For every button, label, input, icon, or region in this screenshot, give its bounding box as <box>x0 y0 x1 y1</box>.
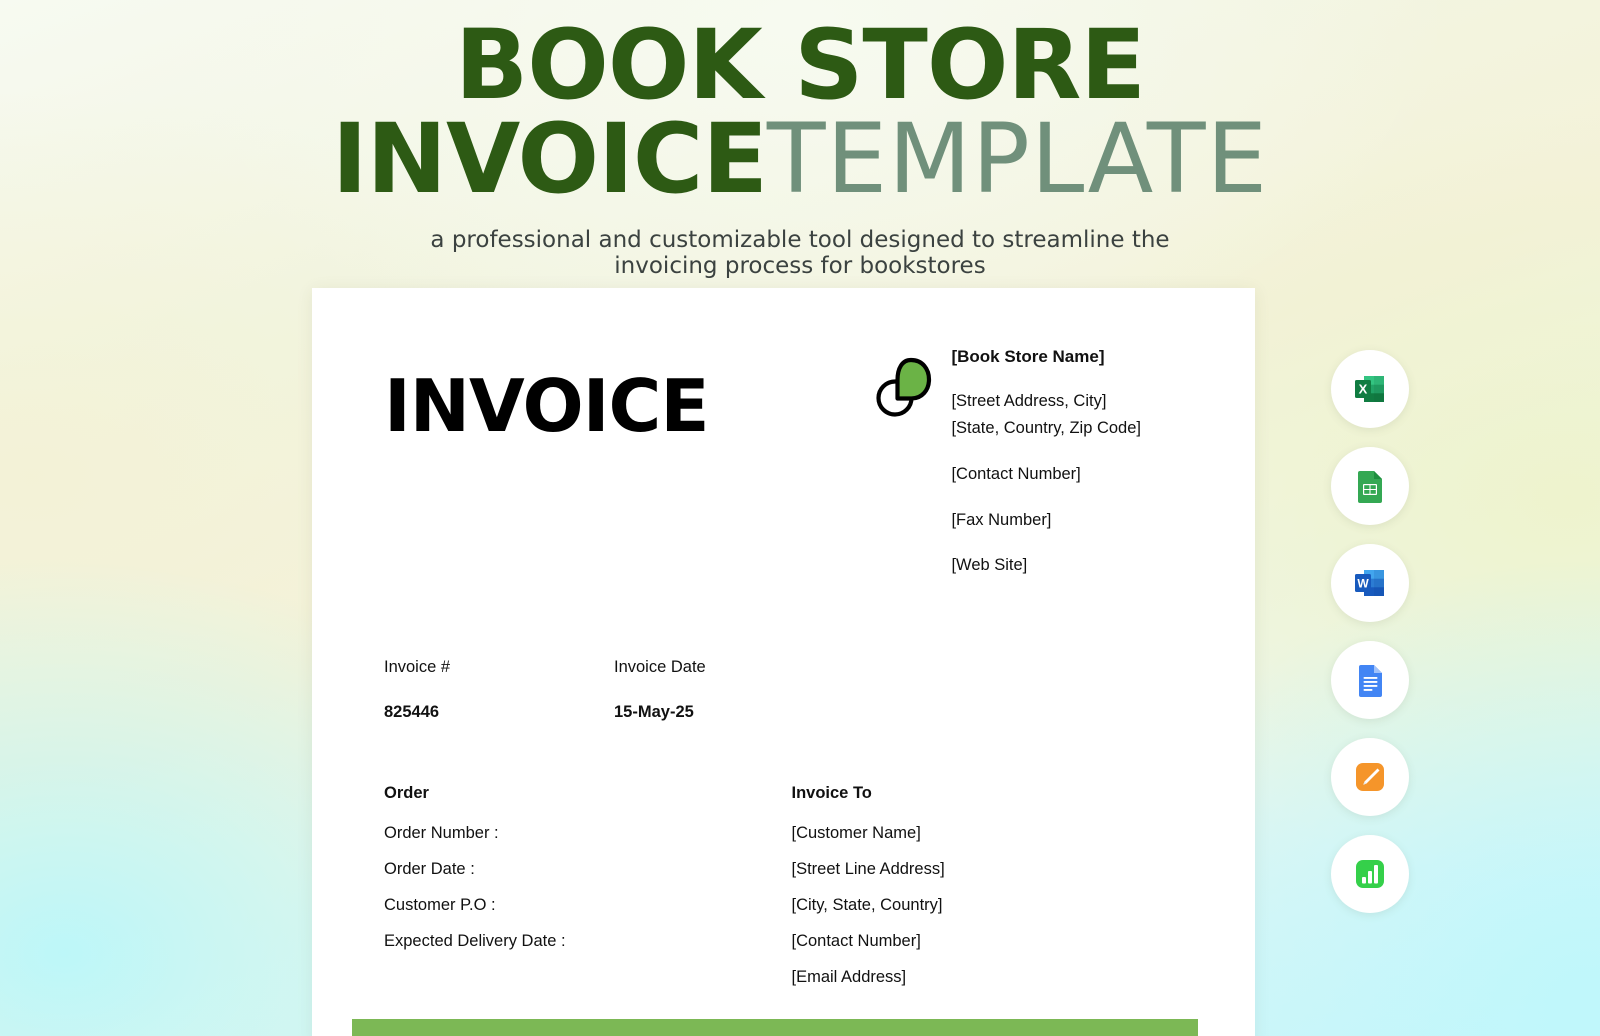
page-title-invoice-word: INVOICE <box>331 103 768 216</box>
microsoft-word-icon[interactable]: W <box>1331 544 1409 622</box>
company-name: [Book Store Name] <box>951 347 1105 366</box>
bookstore-logo-icon <box>873 356 933 418</box>
page-subtitle: a professional and customizable tool des… <box>0 227 1600 280</box>
company-details: [Book Store Name] [Street Address, City]… <box>951 348 1141 574</box>
invoice-number-block: Invoice # 825446 <box>384 658 614 722</box>
company-address-line-2: [State, Country, Zip Code] <box>951 418 1141 437</box>
order-block: Order Order Number : Order Date : Custom… <box>384 784 792 987</box>
customer-name: [Customer Name] <box>791 823 921 842</box>
microsoft-excel-icon[interactable]: X <box>1331 350 1409 428</box>
invoice-number-value: 825446 <box>384 702 440 721</box>
order-number-label: Order Number : <box>384 823 499 842</box>
customer-contact-number: [Contact Number] <box>791 931 921 950</box>
page-subtitle-line-2: invoicing process for bookstores <box>614 252 986 279</box>
table-header-row: Product Description Qty Unit Price Total… <box>352 1018 1198 1036</box>
invoice-heading: INVOICE <box>384 364 710 448</box>
customer-email-address: [Email Address] <box>791 967 907 986</box>
expected-delivery-date-label: Expected Delivery Date : <box>384 931 566 950</box>
invoice-top-section: INVOICE [Book Store Name] [Street Addres… <box>348 334 1199 574</box>
order-date-label: Order Date : <box>384 859 475 878</box>
invoice-parties-row: Order Order Number : Order Date : Custom… <box>384 784 1199 987</box>
page-header: BOOK STORE INVOICETEMPLATE a professiona… <box>0 0 1600 280</box>
invoice-document-card: INVOICE [Book Store Name] [Street Addres… <box>312 288 1255 1036</box>
page-subtitle-line-1: a professional and customizable tool des… <box>430 227 1170 254</box>
column-header-product-description: Product Description <box>352 1018 704 1036</box>
invoice-meta-row: Invoice # 825446 Invoice Date 15-May-25 <box>384 658 1199 722</box>
customer-city-state-country: [City, State, Country] <box>791 895 943 914</box>
invoice-to-heading: Invoice To <box>791 783 872 802</box>
title-block: BOOK STORE INVOICETEMPLATE <box>0 0 1600 207</box>
invoice-date-block: Invoice Date 15-May-25 <box>614 658 844 722</box>
customer-po-label: Customer P.O : <box>384 895 496 914</box>
invoice-date-value: 15-May-25 <box>614 702 694 721</box>
column-header-unit-price: Unit Price <box>822 1018 1002 1036</box>
google-sheets-icon[interactable] <box>1331 447 1409 525</box>
column-header-total-amount: Total Amount <box>1002 1018 1198 1036</box>
invoice-number-label: Invoice # <box>384 657 451 676</box>
invoice-date-label: Invoice Date <box>614 657 706 676</box>
google-docs-icon[interactable] <box>1331 641 1409 719</box>
company-web-site: [Web Site] <box>951 556 1028 574</box>
format-download-rail: X W <box>1331 350 1409 913</box>
svg-text:X: X <box>1359 381 1368 396</box>
page-title-line-1: BOOK STORE <box>455 9 1146 121</box>
apple-pages-icon[interactable] <box>1331 738 1409 816</box>
invoice-to-block: Invoice To [Customer Name] [Street Line … <box>792 784 1200 987</box>
company-address-line-1: [Street Address, City] <box>951 392 1107 410</box>
company-block: [Book Store Name] [Street Address, City]… <box>873 348 1141 574</box>
company-fax-number: [Fax Number] <box>951 510 1052 529</box>
svg-text:W: W <box>1357 576 1369 590</box>
page-title-template-word: TEMPLATE <box>766 103 1269 216</box>
page-title-line-2: INVOICETEMPLATE <box>0 111 1600 207</box>
customer-street-line-address: [Street Line Address] <box>791 859 945 878</box>
order-heading: Order <box>384 783 429 802</box>
invoice-items-table: Product Description Qty Unit Price Total… <box>352 1018 1198 1036</box>
column-header-qty: Qty <box>704 1018 822 1036</box>
apple-numbers-icon[interactable] <box>1331 835 1409 913</box>
company-contact-number: [Contact Number] <box>951 465 1081 483</box>
